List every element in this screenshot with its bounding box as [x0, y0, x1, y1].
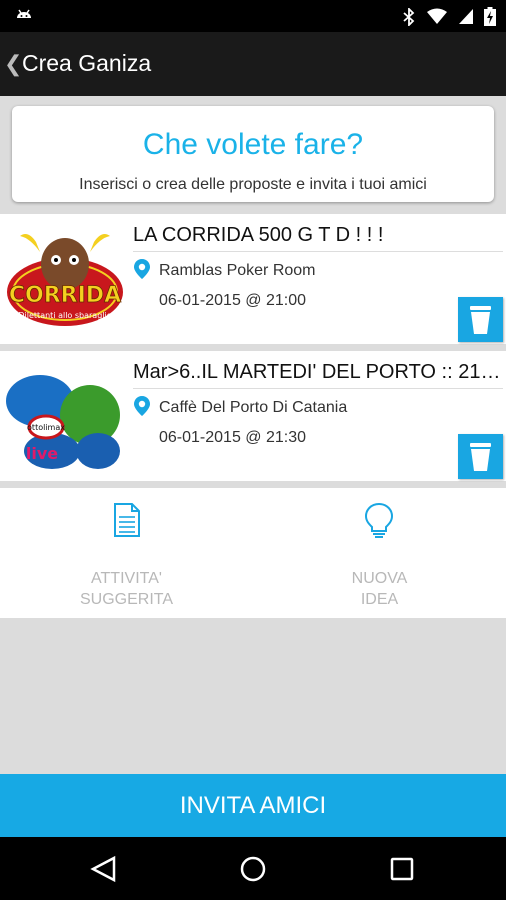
action-panel: ATTIVITA' SUGGERITA NUOVA IDEA [0, 488, 506, 618]
event-title: Mar>6..IL MARTEDI' DEL PORTO :: 21.… [133, 361, 501, 383]
back-chevron-icon[interactable]: ❮ [4, 52, 22, 77]
card-heading: Che volete fare? [142, 128, 364, 161]
trash-icon [470, 443, 491, 471]
location-pin-icon [134, 396, 150, 416]
event-datetime: 06-01-2015 @ 21:00 [159, 292, 307, 309]
new-idea-button[interactable]: NUOVA IDEA [253, 488, 506, 618]
back-nav-icon[interactable] [88, 855, 118, 883]
card-subtitle: Inserisci o crea delle proposte e invita… [79, 176, 427, 193]
trash-icon [470, 306, 491, 334]
lightbulb-icon [364, 502, 394, 538]
suggested-activity-button[interactable]: ATTIVITA' SUGGERITA [0, 488, 253, 618]
recents-nav-icon[interactable] [388, 855, 416, 883]
event-list-item[interactable]: CORRIDA Dilettanti allo sbaraglio LA COR… [0, 214, 506, 344]
home-nav-icon[interactable] [238, 854, 268, 884]
signal-icon [459, 9, 473, 24]
battery-charging-icon [484, 7, 496, 26]
location-pin-icon [134, 259, 150, 279]
event-logo-text: CORRIDA [9, 283, 121, 308]
android-icon [17, 9, 31, 26]
divider [133, 251, 503, 252]
event-logo-image: ottolimax live [6, 361, 124, 471]
app-bar: ❮ Crea Ganiza [0, 32, 506, 96]
new-idea-label: NUOVA IDEA [351, 570, 408, 608]
content-area: Che volete fare? Inserisci o crea delle … [0, 96, 506, 774]
event-place: Ramblas Poker Room [159, 262, 316, 279]
event-logo-text: live [26, 444, 58, 463]
bluetooth-icon [403, 7, 415, 26]
event-list-item[interactable]: ottolimax live Mar>6..IL MARTEDI' DEL PO… [0, 351, 506, 481]
event-logo-image: CORRIDA Dilettanti allo sbaraglio [6, 224, 124, 334]
suggested-activity-label: ATTIVITA' SUGGERITA [79, 570, 174, 608]
status-bar [0, 0, 506, 32]
divider [133, 388, 503, 389]
event-datetime: 06-01-2015 @ 21:30 [159, 429, 307, 446]
delete-button[interactable] [458, 297, 503, 342]
document-icon [114, 503, 140, 537]
page-title[interactable]: Crea Ganiza [22, 50, 151, 77]
invite-friends-button[interactable]: INVITA AMICI [0, 774, 506, 837]
event-place: Caffè Del Porto Di Catania [159, 399, 348, 416]
event-logo-subtext: ottolimax [27, 423, 65, 432]
header-card: Che volete fare? Inserisci o crea delle … [12, 106, 494, 202]
wifi-icon [427, 8, 447, 24]
event-logo-subtext: Dilettanti allo sbaraglio [18, 311, 111, 320]
delete-button[interactable] [458, 434, 503, 479]
navigation-bar [0, 837, 506, 900]
event-title: LA CORRIDA 500 G T D ! ! ! [133, 224, 384, 246]
